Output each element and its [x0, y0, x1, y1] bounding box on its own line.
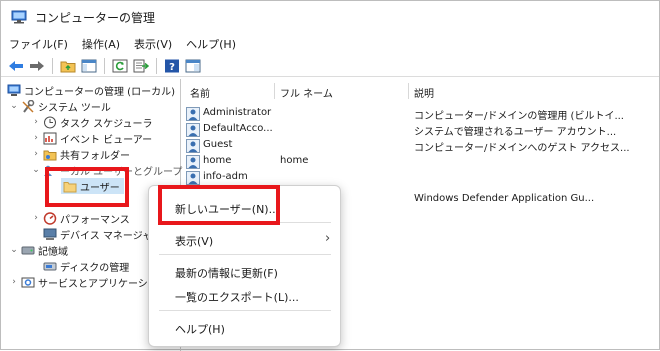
user-name: DefaultAcco... — [203, 123, 273, 134]
tree-label: タスク スケジューラ — [60, 118, 153, 130]
submenu-arrow-icon: › — [325, 231, 331, 246]
toolbar-separator — [52, 57, 53, 74]
tree-label: パフォーマンス — [60, 214, 130, 226]
tree-item-root[interactable]: コンピューターの管理 (ローカル) — [5, 82, 175, 98]
computer-management-icon — [11, 10, 27, 24]
menu-help[interactable]: ヘルプ(H) — [186, 36, 236, 52]
chevron-down-icon[interactable]: ⌄ — [31, 165, 41, 175]
column-divider[interactable] — [274, 83, 275, 99]
tree-item-disk-management[interactable]: ディスクの管理 — [41, 258, 129, 274]
menu-item-export-list[interactable]: 一覧のエクスポート(L)... — [175, 289, 299, 305]
user-icon — [186, 139, 200, 153]
users-highlight-box — [45, 167, 129, 207]
user-icon — [186, 171, 200, 185]
tree-label: イベント ビューアー — [60, 134, 153, 146]
column-header-name[interactable]: 名前 — [190, 85, 210, 100]
table-row[interactable]: Guest コンピューター/ドメインへのゲスト アクセス... — [182, 137, 659, 154]
computer-management-window: コンピューターの管理 ファイル(F) 操作(A) 表示(V) ヘルプ(H) ? … — [0, 0, 660, 351]
device-manager-icon — [43, 228, 57, 241]
user-name: info-adm — [203, 171, 248, 182]
chevron-right-icon[interactable]: › — [31, 117, 41, 127]
user-description: コンピューター/ドメインへのゲスト アクセス... — [414, 143, 630, 154]
toolbar: ? — [1, 55, 659, 77]
tree-label: ディスクの管理 — [60, 262, 130, 274]
user-name: Administrator — [203, 107, 272, 118]
menu-file[interactable]: ファイル(F) — [9, 36, 68, 52]
menu-bar: ファイル(F) 操作(A) 表示(V) ヘルプ(H) — [1, 33, 659, 55]
tree-item-system-tools[interactable]: ⌄ システム ツール — [9, 98, 111, 114]
tree-label: 共有フォルダー — [60, 150, 130, 162]
disk-icon — [43, 260, 57, 273]
table-row[interactable]: DefaultAcco... システムで管理されるユーザー アカウント... — [182, 121, 659, 138]
menu-separator — [159, 310, 331, 311]
chevron-right-icon[interactable]: › — [31, 149, 41, 159]
toolbar-separator — [104, 57, 105, 74]
properties-pane-icon[interactable] — [184, 57, 202, 75]
user-name: home — [203, 155, 232, 166]
window-title: コンピューターの管理 — [35, 10, 156, 25]
refresh-icon[interactable] — [111, 57, 129, 75]
column-divider[interactable] — [408, 83, 409, 99]
tree-item-performance[interactable]: › パフォーマンス — [31, 210, 130, 226]
table-row[interactable]: info-adm — [182, 169, 659, 185]
menu-item-refresh[interactable]: 最新の情報に更新(F) — [175, 265, 278, 281]
tree-item-device-manager[interactable]: デバイス マネージャー — [41, 226, 162, 242]
help-icon[interactable]: ? — [163, 57, 181, 75]
user-icon — [186, 123, 200, 137]
column-header-description[interactable]: 説明 — [414, 85, 434, 100]
user-icon — [186, 155, 200, 169]
user-name: Guest — [203, 139, 233, 150]
tools-icon — [21, 99, 35, 113]
new-user-highlight-box — [158, 185, 280, 225]
user-description: システムで管理されるユーザー アカウント... — [414, 127, 617, 138]
column-header-fullname[interactable]: フル ネーム — [280, 85, 333, 100]
table-row[interactable]: home home — [182, 153, 659, 169]
tree-item-event-viewer[interactable]: › イベント ビューアー — [31, 130, 152, 146]
chevron-right-icon[interactable]: › — [31, 213, 41, 223]
computer-management-icon — [7, 84, 21, 97]
user-icon — [186, 107, 200, 121]
export-list-icon[interactable] — [132, 57, 150, 75]
chevron-down-icon[interactable]: ⌄ — [9, 245, 19, 255]
menu-separator — [159, 254, 331, 255]
title-bar: コンピューターの管理 — [1, 1, 659, 33]
chevron-right-icon[interactable]: › — [9, 277, 19, 287]
tree-item-storage[interactable]: ⌄ 記憶域 — [9, 242, 68, 258]
performance-icon — [43, 211, 57, 225]
toolbar-separator — [156, 57, 157, 74]
back-arrow-icon[interactable] — [7, 57, 25, 75]
tree-label: 記憶域 — [38, 246, 68, 258]
menu-view[interactable]: 表示(V) — [134, 36, 172, 52]
tree-item-services-applications[interactable]: › サービスとアプリケーション — [9, 274, 168, 290]
chevron-down-icon[interactable]: ⌄ — [9, 101, 19, 111]
tree-label: コンピューターの管理 (ローカル) — [24, 86, 175, 98]
services-icon — [21, 276, 35, 289]
tree-label: システム ツール — [38, 102, 111, 114]
tree-item-shared-folders[interactable]: › 共有フォルダー — [31, 146, 130, 162]
menu-item-help[interactable]: ヘルプ(H) — [175, 321, 225, 337]
up-folder-icon[interactable] — [59, 57, 77, 75]
show-hide-tree-icon[interactable] — [80, 57, 98, 75]
menu-action[interactable]: 操作(A) — [82, 36, 120, 52]
svg-text:?: ? — [169, 62, 175, 73]
user-description: Windows Defender Application Gu... — [414, 193, 595, 204]
tree-item-task-scheduler[interactable]: › タスク スケジューラ — [31, 114, 152, 130]
clock-icon — [43, 116, 57, 129]
shared-folder-icon — [43, 148, 57, 161]
forward-arrow-icon[interactable] — [28, 57, 46, 75]
storage-icon — [21, 244, 35, 257]
tree-label: デバイス マネージャー — [60, 230, 163, 242]
menu-item-view[interactable]: 表示(V) — [175, 233, 213, 249]
event-viewer-icon — [43, 132, 57, 145]
table-row[interactable]: Administrator コンピューター/ドメインの管理用 (ビルトイ... — [182, 105, 659, 122]
user-fullname: home — [280, 155, 309, 166]
chevron-right-icon[interactable]: › — [31, 133, 41, 143]
user-description: コンピューター/ドメインの管理用 (ビルトイ... — [414, 111, 624, 122]
